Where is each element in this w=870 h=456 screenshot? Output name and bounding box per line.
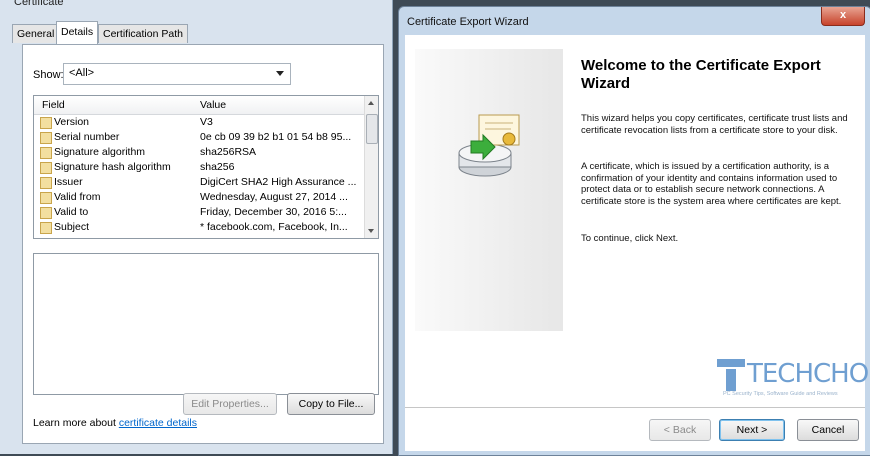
- next-button[interactable]: Next >: [719, 419, 785, 441]
- field-list[interactable]: Field Value Version V3 Serial number 0e …: [33, 95, 379, 239]
- field-value: * facebook.com, Facebook, In...: [200, 221, 348, 233]
- field-name: Issuer: [54, 176, 83, 188]
- certificate-field-icon: [40, 207, 52, 219]
- edit-properties-button[interactable]: Edit Properties...: [183, 393, 277, 415]
- list-header: Field Value: [34, 96, 364, 115]
- list-item[interactable]: Signature algorithm sha256RSA: [34, 146, 364, 159]
- copy-to-file-button[interactable]: Copy to File...: [287, 393, 375, 415]
- field-value: Friday, December 30, 2016 5:...: [200, 206, 347, 218]
- wizard-paragraph-1: This wizard helps you copy certificates,…: [581, 113, 848, 136]
- list-item[interactable]: Subject * facebook.com, Facebook, In...: [34, 221, 364, 234]
- field-name: Valid to: [54, 206, 89, 218]
- certificate-field-icon: [40, 177, 52, 189]
- list-item[interactable]: Signature hash algorithm sha256: [34, 161, 364, 174]
- field-value: sha256: [200, 161, 235, 173]
- wizard-paragraph-3: To continue, click Next.: [581, 233, 679, 244]
- wizard-side-panel: [415, 49, 563, 331]
- show-label: Show:: [33, 69, 64, 81]
- cancel-button[interactable]: Cancel: [797, 419, 859, 441]
- list-item[interactable]: Issuer DigiCert SHA2 High Assurance ...: [34, 176, 364, 189]
- field-value: 0e cb 09 39 b2 b1 01 54 b8 95...: [200, 131, 352, 143]
- certificate-window: Certificate General Details Certificatio…: [0, 0, 393, 454]
- scroll-down-icon[interactable]: [368, 229, 374, 233]
- watermark-tagline: PC Security Tips, Software Guide and Rev…: [723, 391, 838, 397]
- certificate-field-icon: [40, 132, 52, 144]
- list-scrollbar[interactable]: [364, 96, 378, 238]
- field-value-box[interactable]: [33, 253, 379, 395]
- learn-more-text: Learn more about certificate details: [33, 417, 197, 429]
- close-button[interactable]: x: [821, 7, 865, 26]
- certificate-window-title: Certificate: [14, 0, 64, 8]
- learn-more-prefix: Learn more about: [33, 417, 119, 429]
- wizard-content: Welcome to the Certificate Export Wizard…: [405, 35, 870, 451]
- tab-details[interactable]: Details: [56, 21, 99, 44]
- field-value: sha256RSA: [200, 146, 257, 158]
- details-panel: Show: <All> Field Value Version V3 Seria…: [22, 44, 384, 444]
- back-button[interactable]: < Back: [649, 419, 711, 441]
- list-item[interactable]: Version V3: [34, 116, 364, 129]
- wizard-heading: Welcome to the Certificate Export Wizard: [581, 57, 821, 92]
- column-header-value[interactable]: Value: [200, 99, 226, 111]
- field-name: Version: [54, 116, 90, 128]
- tab-general[interactable]: General: [12, 24, 60, 43]
- certificate-field-icon: [40, 192, 52, 204]
- techchore-watermark: TECHCHORE PC Security Tips, Software Gui…: [717, 357, 870, 401]
- field-name: Signature algorithm: [54, 146, 146, 158]
- watermark-text: TECHCHORE: [747, 359, 870, 389]
- column-header-field[interactable]: Field: [42, 99, 65, 111]
- field-value: V3: [200, 116, 213, 128]
- chevron-down-icon: [276, 71, 284, 76]
- tab-certification-path[interactable]: Certification Path: [98, 24, 188, 43]
- certificate-field-icon: [40, 222, 52, 234]
- field-name: Serial number: [54, 131, 120, 143]
- field-name: Valid from: [54, 191, 101, 203]
- techchore-logo-icon: [717, 359, 745, 391]
- certificate-field-icon: [40, 117, 52, 129]
- list-item[interactable]: Valid from Wednesday, August 27, 2014 ..…: [34, 191, 364, 204]
- wizard-title: Certificate Export Wizard: [407, 16, 529, 28]
- certificate-field-icon: [40, 147, 52, 159]
- certificate-export-wizard: Certificate Export Wizard x Welcome to t…: [398, 6, 870, 456]
- field-value: Wednesday, August 27, 2014 ...: [200, 191, 348, 203]
- scroll-thumb[interactable]: [366, 114, 378, 144]
- wizard-paragraph-2: A certificate, which is issued by a cert…: [581, 161, 842, 207]
- field-name: Signature hash algorithm: [54, 161, 171, 173]
- scroll-up-icon[interactable]: [368, 101, 374, 105]
- certificate-field-icon: [40, 162, 52, 174]
- show-dropdown-value: <All>: [69, 67, 95, 79]
- show-dropdown[interactable]: <All>: [63, 63, 291, 85]
- list-item[interactable]: Valid to Friday, December 30, 2016 5:...: [34, 206, 364, 219]
- field-value: DigiCert SHA2 High Assurance ...: [200, 176, 357, 188]
- certificate-export-icon: [458, 114, 520, 177]
- certificate-details-link[interactable]: certificate details: [119, 417, 197, 429]
- field-name: Subject: [54, 221, 90, 233]
- footer-divider: [405, 407, 865, 408]
- list-item[interactable]: Serial number 0e cb 09 39 b2 b1 01 54 b8…: [34, 131, 364, 144]
